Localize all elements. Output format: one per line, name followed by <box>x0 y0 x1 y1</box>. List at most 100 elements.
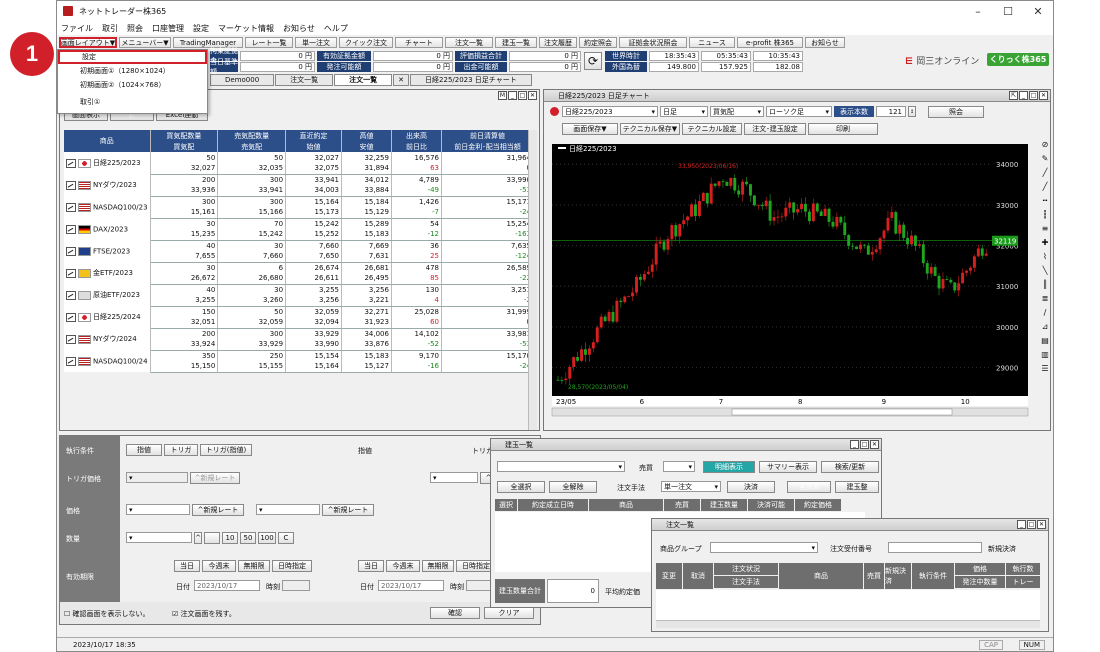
tab-chart[interactable]: 日経225/2023 日足チャート <box>410 74 532 86</box>
chart-scroll-thumb[interactable] <box>731 408 953 416</box>
drawing-tool-icon[interactable]: ╱ <box>1040 168 1050 182</box>
drawing-tool-icon[interactable]: ▤ <box>1040 336 1050 350</box>
quantity-up-icon[interactable]: ^ <box>194 532 202 544</box>
chart-button[interactable]: チャート <box>395 37 443 48</box>
dropdown-item-layout2[interactable]: 初期画面②（1024×768） <box>58 78 207 92</box>
quote-product-cell[interactable]: FTSE/2023 <box>64 240 151 262</box>
clear-button[interactable]: クリア <box>484 607 534 619</box>
dropdown-item-settings[interactable]: 設定 <box>58 50 207 64</box>
chart-count-spinner[interactable]: ↕ <box>908 106 916 117</box>
drawing-tool-icon[interactable]: ✎ <box>1040 154 1050 168</box>
orders-min-icon[interactable]: _ <box>1017 520 1026 529</box>
quote-header-bid[interactable]: 買気配 <box>150 141 219 152</box>
menu-file[interactable]: ファイル <box>61 23 93 34</box>
quote-product-cell[interactable]: NYダウ/2023 <box>64 174 151 196</box>
quote-header-bid-qty[interactable]: 買気配数量 <box>150 130 219 141</box>
chart-inquiry-button[interactable]: 照会 <box>928 106 984 118</box>
refresh-icon[interactable]: ⟳ <box>584 52 602 70</box>
quote-row[interactable]: NASDAQ100/24 350 250 15,154 15,183 9,170 15,17… <box>64 350 534 372</box>
candlestick-chart[interactable]: 3400033000320003100030000290003211933,95… <box>550 140 1034 420</box>
quantity-preset-1[interactable] <box>204 532 220 544</box>
order-list-scrollbar[interactable] <box>656 620 1040 628</box>
date-input-2[interactable]: 2023/10/17 <box>378 580 444 591</box>
no-confirm-checkbox[interactable]: ☐ 確認画面を表示しない。 <box>64 609 150 619</box>
quote-row[interactable]: 日経225/2023 50 50 32,027 32,259 16,576 31,964 <box>64 152 534 174</box>
cond-trigger-limit-button[interactable]: トリガ(指値) <box>200 444 252 456</box>
chart-close-icon[interactable]: ✕ <box>1039 91 1048 100</box>
margin-status-button[interactable]: 証拠金状況照会 <box>619 37 687 48</box>
cond-limit-button[interactable]: 指値 <box>126 444 162 456</box>
date-input[interactable]: 2023/10/17 <box>194 580 260 591</box>
quote-row[interactable]: NYダウ/2023 200 300 33,941 34,012 4,789 33,990 <box>64 174 534 196</box>
position-max-icon[interactable]: □ <box>860 440 869 449</box>
ol-header-new-settle[interactable]: 新規決済 <box>885 563 911 589</box>
expiry-week-button-2[interactable]: 今週末 <box>386 560 420 572</box>
quantity-preset-50[interactable]: 50 <box>240 532 256 544</box>
panel-close-icon[interactable]: ✕ <box>528 91 537 100</box>
dropdown-item-layout1[interactable]: 初期画面①（1280×1024） <box>58 64 207 78</box>
menu-account[interactable]: 口座管理 <box>152 23 184 34</box>
ol-header-trail[interactable]: トレー <box>1006 576 1040 588</box>
tab-close-icon[interactable]: ✕ <box>393 74 410 86</box>
quote-row[interactable]: 金ETF/2023 30 6 26,674 26,681 478 26,589 <box>64 262 534 284</box>
quote-product-cell[interactable]: NASDAQ100/23 <box>64 196 151 218</box>
position-list-button[interactable]: 建玉一覧 <box>495 37 537 48</box>
chart-max-icon[interactable]: □ <box>1029 91 1038 100</box>
pos-header-select[interactable]: 選択 <box>495 499 517 511</box>
dropdown-item-trade1[interactable]: 取引① <box>58 95 207 109</box>
menu-notices[interactable]: お知らせ <box>283 23 315 34</box>
rate-list-button[interactable]: レート一覧 <box>245 37 293 48</box>
mini-chart-icon[interactable] <box>66 246 76 256</box>
drawing-tool-icon[interactable]: ≡ <box>1040 224 1050 238</box>
mini-chart-icon[interactable] <box>66 290 76 300</box>
expiry-unlimited-button-2[interactable]: 無期限 <box>422 560 454 572</box>
drawing-tool-icon[interactable]: ≣ <box>1040 294 1050 308</box>
pos-header-side[interactable]: 売買 <box>664 499 700 511</box>
drawing-tool-icon[interactable]: ✚ <box>1040 238 1050 252</box>
drawing-tool-icon[interactable]: ╱ <box>1040 182 1050 196</box>
technical-settings-button[interactable]: テクニカル設定 <box>682 123 742 135</box>
mini-chart-icon[interactable] <box>66 312 76 322</box>
drawing-tool-icon[interactable]: ⊘ <box>1040 140 1050 154</box>
quote-header-ask-qty[interactable]: 売気配数量 <box>217 130 287 141</box>
panel-float-icon[interactable]: M <box>498 91 507 100</box>
chart-save-button[interactable]: 画面保存▼ <box>562 123 618 135</box>
order-position-settings-button[interactable]: 注文･建玉設定 <box>744 123 806 135</box>
drawing-tool-icon[interactable]: ∕ <box>1040 308 1050 322</box>
drawing-tool-icon[interactable]: ⌇ <box>1040 252 1050 266</box>
menu-inquiry[interactable]: 照会 <box>127 23 143 34</box>
ol-header-exec-count[interactable]: 執行数 <box>1006 563 1040 575</box>
news-button[interactable]: ニュース <box>689 37 735 48</box>
order-list-button[interactable]: 注文一覧 <box>445 37 493 48</box>
quantity-clear-button[interactable]: C <box>278 532 294 544</box>
pos-header-exec-time[interactable]: 約定成立日時 <box>518 499 588 511</box>
execution-inquiry-button[interactable]: 約定照会 <box>579 37 617 48</box>
mini-chart-icon[interactable] <box>66 180 76 190</box>
price-input[interactable]: ▾ <box>126 504 190 515</box>
quote-header-volume[interactable]: 出来高 <box>391 130 443 141</box>
quote-row[interactable]: 日経225/2024 150 50 32,059 32,271 25,028 31,999 <box>64 306 534 328</box>
ol-header-product[interactable]: 商品 <box>779 563 863 589</box>
ol-header-cancel[interactable]: 取消 <box>683 563 713 589</box>
quote-header-ask[interactable]: 売気配 <box>217 141 287 152</box>
orders-close-icon[interactable]: ✕ <box>1037 520 1046 529</box>
drawing-tool-icon[interactable]: ║ <box>1040 280 1050 294</box>
menu-trade[interactable]: 取引 <box>102 23 118 34</box>
order-history-button[interactable]: 注文履歴 <box>539 37 577 48</box>
position-close-icon[interactable]: ✕ <box>870 440 879 449</box>
drawing-tool-icon[interactable]: ┇ <box>1040 210 1050 224</box>
tab-order-list-1[interactable]: 注文一覧 <box>275 74 334 86</box>
technical-save-button[interactable]: テクニカル保存▼ <box>620 123 680 135</box>
mini-chart-icon[interactable] <box>66 158 76 168</box>
pos-header-settleable[interactable]: 決済可能 <box>748 499 794 511</box>
quick-order-button[interactable]: クイック注文 <box>339 37 393 48</box>
mini-chart-icon[interactable] <box>66 268 76 278</box>
quote-product-cell[interactable]: 原油ETF/2023 <box>64 284 151 306</box>
price-new-rate-button-2[interactable]: ^ 新規レート <box>322 504 374 516</box>
expiry-week-button[interactable]: 今週末 <box>202 560 236 572</box>
print-button[interactable]: 印刷 <box>808 123 878 135</box>
ol-header-pending-qty[interactable]: 発注中数量 <box>955 576 1005 588</box>
quantity-preset-10[interactable]: 10 <box>222 532 238 544</box>
menu-help[interactable]: ヘルプ <box>324 23 348 34</box>
quote-row[interactable]: NYダウ/2024 200 300 33,929 34,006 14,102 33,981 <box>64 328 534 350</box>
